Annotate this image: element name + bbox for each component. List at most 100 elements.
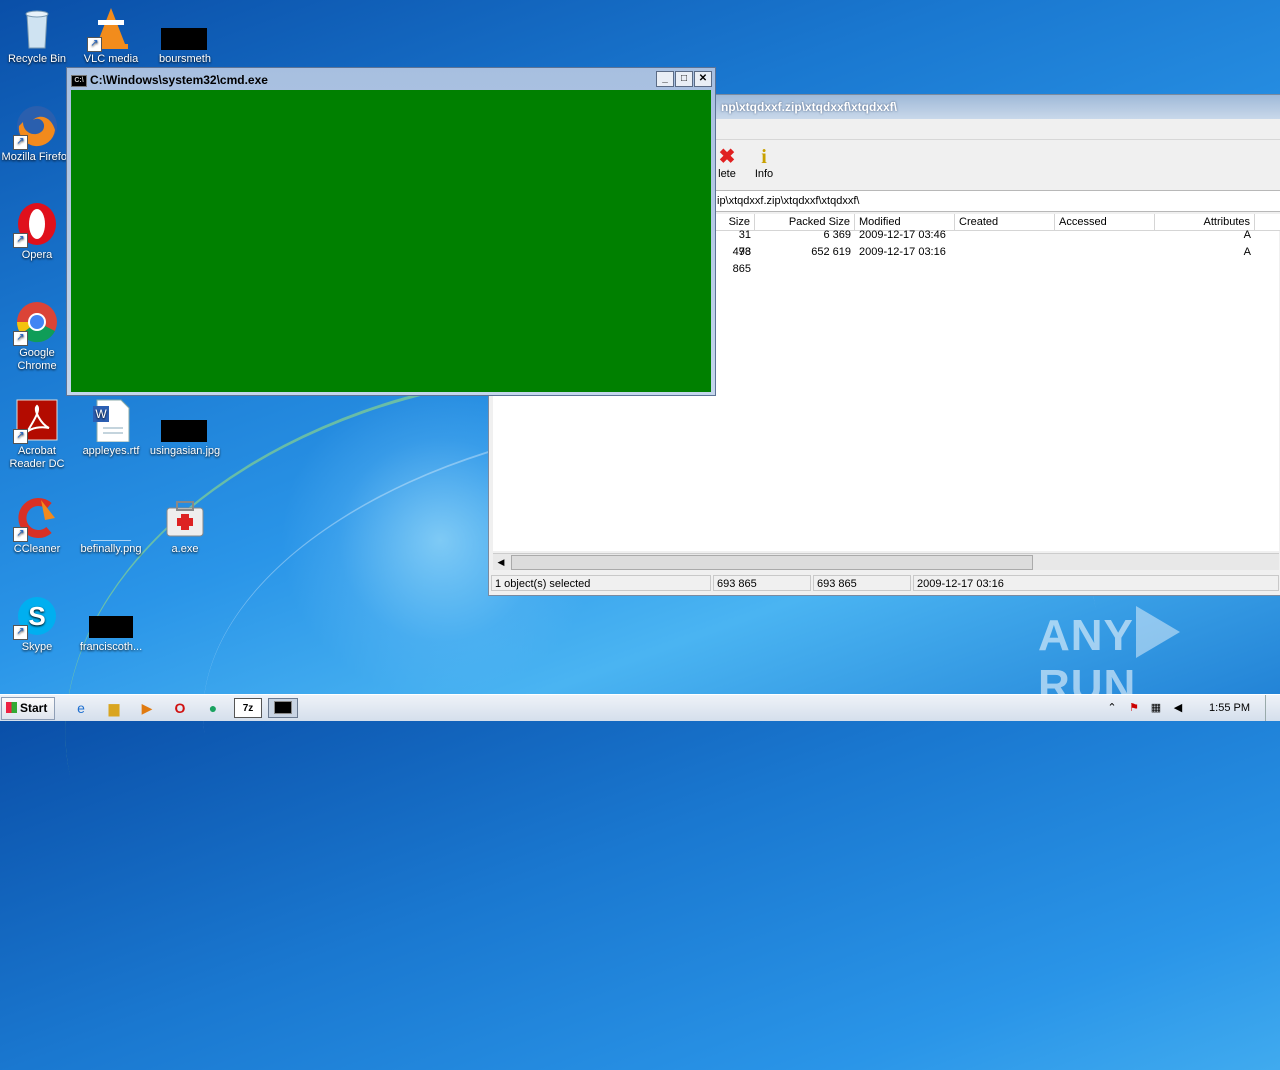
- redacted-file-icon: [89, 594, 133, 638]
- status-modified: 2009-12-17 03:16: [913, 575, 1279, 591]
- cmd-window[interactable]: C:\ C:\Windows\system32\cmd.exe _ □ ✕: [66, 67, 716, 396]
- desktop-icon-label: Acrobat Reader DC: [9, 445, 65, 470]
- explorer-folder-icon[interactable]: ▆: [103, 698, 125, 718]
- shortcut-arrow-icon: ↗: [13, 625, 28, 640]
- media-player-icon[interactable]: ▶: [136, 698, 158, 718]
- cell-size: 93 865: [732, 246, 751, 275]
- desktop-icon-label: a.exe: [171, 543, 199, 555]
- desktop-icon-label: franciscoth...: [79, 641, 143, 653]
- watermark-left: ANY: [1038, 611, 1134, 660]
- scrollbar-thumb[interactable]: [511, 555, 1033, 570]
- windows-logo-icon: [6, 702, 17, 713]
- window-controls: _ □ ✕: [655, 71, 712, 87]
- desktop-icon-ccleaner[interactable]: ↗ CCleaner: [0, 496, 74, 556]
- chrome-taskbar-icon[interactable]: ●: [202, 698, 224, 718]
- show-hidden-icons-icon[interactable]: ⌃: [1104, 700, 1120, 716]
- close-icon[interactable]: ✕: [694, 71, 712, 87]
- firefox-icon: ↗: [13, 104, 59, 150]
- cell-modified: 2009-12-17 03:16: [859, 246, 946, 258]
- desktop-icon-recycle-bin[interactable]: Recycle Bin: [0, 6, 74, 66]
- cmd-title-bar[interactable]: C:\ C:\Windows\system32\cmd.exe: [71, 71, 711, 89]
- minimize-icon[interactable]: _: [656, 71, 674, 87]
- vlc-icon: ↗: [87, 6, 133, 52]
- status-selected: 1 object(s) selected: [491, 575, 711, 591]
- desktop-icon-acrobat[interactable]: ↗ Acrobat Reader DC: [0, 398, 74, 471]
- png-file-icon: [89, 496, 133, 541]
- desktop-icon-label: Opera: [21, 249, 53, 261]
- desktop-icon-label: befinally.png: [80, 543, 142, 555]
- desktop-icon-appleyes[interactable]: W appleyes.rtf: [74, 398, 148, 458]
- desktop-icon-skype[interactable]: S ↗ Skype: [0, 594, 74, 654]
- shortcut-arrow-icon: ↗: [13, 233, 28, 248]
- action-center-icon[interactable]: ⚑: [1126, 700, 1142, 716]
- desktop-icon-label: Mozilla Firefox: [1, 151, 73, 163]
- start-button[interactable]: Start: [1, 697, 55, 720]
- exe-icon: [163, 496, 207, 540]
- cmd-icon: C:\: [71, 74, 87, 87]
- desktop-icon-label: boursmeth: [159, 53, 211, 65]
- status-bar: 1 object(s) selected 693 865 693 865 200…: [489, 573, 1280, 593]
- play-logo-icon: [1135, 606, 1180, 658]
- scroll-left-icon[interactable]: ◀: [493, 554, 509, 570]
- info-icon: i: [761, 146, 767, 168]
- acrobat-icon: ↗: [13, 398, 59, 444]
- desktop-icon-usingasian[interactable]: usingasian.jpg: [148, 398, 222, 458]
- status-packed: 693 865: [813, 575, 911, 591]
- cell-attributes: A: [1243, 246, 1251, 258]
- desktop-icon-firefox[interactable]: ↗ Mozilla Firefox: [0, 104, 74, 164]
- opera-taskbar-icon[interactable]: O: [169, 698, 191, 718]
- 7zip-taskbar-icon[interactable]: 7z: [234, 698, 262, 718]
- recycle-bin-icon: [15, 6, 59, 50]
- horizontal-scrollbar[interactable]: ◀: [493, 553, 1279, 570]
- delete-label: lete: [718, 168, 736, 180]
- system-tray: ⌃ ⚑ ▦ ◀ 1:55 PM: [1102, 695, 1280, 721]
- desktop-icon-label: appleyes.rtf: [82, 445, 140, 457]
- cell-attributes: A: [1243, 229, 1251, 241]
- clock[interactable]: 1:55 PM: [1209, 695, 1250, 721]
- opera-icon: ↗: [13, 202, 59, 248]
- shortcut-arrow-icon: ↗: [13, 135, 28, 150]
- network-icon[interactable]: ▦: [1148, 700, 1164, 716]
- desktop-icon-befinally[interactable]: befinally.png: [74, 496, 148, 556]
- desktop-icon-franciscoth[interactable]: franciscoth...: [74, 594, 148, 654]
- info-label: Info: [754, 168, 774, 180]
- desktop-icon-label: Google Chrome: [17, 347, 57, 372]
- delete-button[interactable]: ✖ lete: [713, 146, 741, 180]
- cell-modified: 2009-12-17 03:46: [859, 229, 946, 241]
- skype-icon: S ↗: [13, 594, 59, 640]
- desktop-icon-chrome[interactable]: ↗ Google Chrome: [0, 300, 74, 373]
- shortcut-arrow-icon: ↗: [13, 527, 28, 542]
- shortcut-arrow-icon: ↗: [13, 331, 28, 346]
- maximize-icon[interactable]: □: [675, 71, 693, 87]
- svg-text:W: W: [95, 407, 107, 421]
- ccleaner-icon: ↗: [13, 496, 59, 542]
- status-size: 693 865: [713, 575, 811, 591]
- desktop-icon-vlc[interactable]: ↗ VLC media: [74, 6, 148, 66]
- desktop-icon-boursmeth[interactable]: boursmeth: [148, 6, 222, 66]
- shortcut-arrow-icon: ↗: [87, 37, 102, 52]
- ie-icon[interactable]: e: [70, 698, 92, 718]
- desktop-icon-label: Skype: [21, 641, 53, 653]
- taskbar: Start e ▆ ▶ O ● 7z ⌃ ⚑ ▦ ◀ 1:55 PM: [0, 694, 1280, 721]
- desktop-icon-label: VLC media: [83, 53, 139, 65]
- cell-packed: 6 369: [823, 229, 851, 241]
- svg-text:S: S: [28, 601, 45, 631]
- desktop-icon-opera[interactable]: ↗ Opera: [0, 202, 74, 262]
- redacted-file-icon: [161, 6, 207, 50]
- cmd-taskbar-icon[interactable]: [268, 698, 298, 718]
- desktop-icon-label: usingasian.jpg: [149, 445, 221, 457]
- volume-icon[interactable]: ◀: [1170, 700, 1186, 716]
- chrome-icon: ↗: [13, 300, 59, 346]
- show-desktop-button[interactable]: [1265, 695, 1280, 721]
- info-button[interactable]: i Info: [751, 146, 777, 180]
- cmd-title: C:\Windows\system32\cmd.exe: [90, 73, 268, 87]
- word-doc-icon: W: [89, 398, 133, 443]
- desktop-icon-label: Recycle Bin: [7, 53, 67, 65]
- shortcut-arrow-icon: ↗: [13, 429, 28, 444]
- cell-packed: 652 619: [811, 246, 851, 258]
- delete-icon: ✖: [718, 146, 736, 168]
- start-label: Start: [20, 701, 48, 715]
- desktop-icon-a-exe[interactable]: a.exe: [148, 496, 222, 556]
- desktop-icon-label: CCleaner: [13, 543, 61, 555]
- cmd-console[interactable]: [71, 90, 711, 392]
